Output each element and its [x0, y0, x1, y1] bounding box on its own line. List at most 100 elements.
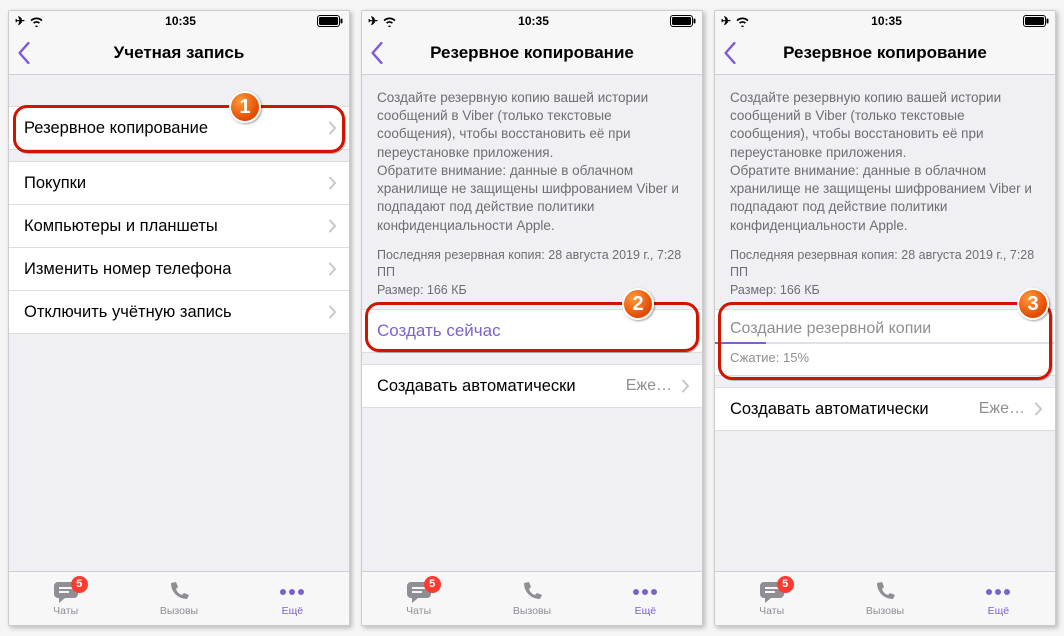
last-backup-text: Последняя резервная копия: 28 августа 20… — [730, 247, 1040, 282]
chevron-right-icon — [329, 263, 337, 276]
tab-calls[interactable]: Вызовы — [828, 572, 941, 625]
tab-more[interactable]: Ещё — [589, 572, 702, 625]
back-button[interactable] — [723, 42, 737, 64]
row-change-number[interactable]: Изменить номер телефона — [9, 247, 349, 291]
step-badge-3: 3 — [1017, 288, 1049, 320]
tab-label: Ещё — [282, 605, 303, 617]
row-auto-backup[interactable]: Создавать автоматически Еже… — [715, 387, 1055, 431]
page-title: Резервное копирование — [715, 43, 1055, 63]
chats-badge: 5 — [777, 576, 794, 593]
more-icon — [984, 587, 1012, 597]
chats-badge: 5 — [71, 576, 88, 593]
wifi-icon — [29, 16, 44, 27]
tab-calls[interactable]: Вызовы — [122, 572, 235, 625]
chevron-right-icon — [1035, 403, 1043, 416]
content: Резервное копирование Покупки Компьютеры… — [9, 75, 349, 571]
tab-bar: 5 Чаты Вызовы Ещё — [9, 571, 349, 625]
create-now-button[interactable]: Создать сейчас — [362, 309, 702, 353]
row-label: Компьютеры и планшеты — [24, 217, 218, 236]
info-text: Создайте резервную копию вашей истории с… — [362, 75, 702, 241]
chevron-right-icon — [329, 122, 337, 135]
meta-block: Последняя резервная копия: 28 августа 20… — [715, 241, 1055, 310]
tab-bar: 5 Чаты Вызовы Ещё — [362, 571, 702, 625]
row-label: Отключить учётную запись — [24, 303, 232, 322]
row-purchases[interactable]: Покупки — [9, 161, 349, 205]
create-now-label: Создать сейчас — [377, 321, 501, 341]
more-icon — [631, 587, 659, 597]
status-time: 10:35 — [397, 14, 670, 28]
battery-icon — [1023, 15, 1049, 27]
status-bar: ✈ 10:35 — [9, 11, 349, 31]
status-time: 10:35 — [44, 14, 317, 28]
page-title: Резервное копирование — [362, 43, 702, 63]
tab-label: Чаты — [53, 605, 78, 617]
tab-chats[interactable]: 5 Чаты — [9, 572, 122, 625]
chevron-right-icon — [682, 380, 690, 393]
row-deactivate[interactable]: Отключить учётную запись — [9, 290, 349, 334]
row-value: Еже… — [979, 400, 1025, 418]
content: Создайте резервную копию вашей истории с… — [362, 75, 702, 571]
tab-label: Чаты — [759, 605, 784, 617]
status-bar: ✈ 10:35 — [715, 11, 1055, 31]
tab-calls[interactable]: Вызовы — [475, 572, 588, 625]
row-label: Изменить номер телефона — [24, 260, 231, 279]
tab-chats[interactable]: 5 Чаты — [715, 572, 828, 625]
tab-bar: 5 Чаты Вызовы Ещё — [715, 571, 1055, 625]
tab-label: Ещё — [635, 605, 656, 617]
row-auto-backup[interactable]: Создавать автоматически Еже… — [362, 364, 702, 408]
row-label: Создавать автоматически — [730, 400, 929, 419]
airplane-icon: ✈ — [721, 14, 731, 28]
airplane-icon: ✈ — [15, 14, 25, 28]
nav-bar: Резервное копирование — [715, 31, 1055, 75]
chevron-right-icon — [329, 177, 337, 190]
calls-icon — [165, 580, 193, 604]
last-backup-text: Последняя резервная копия: 28 августа 20… — [377, 247, 687, 282]
compress-label: Сжатие: 15% — [730, 350, 809, 365]
progress-track — [715, 342, 1055, 344]
back-button[interactable] — [370, 42, 384, 64]
tab-label: Чаты — [406, 605, 431, 617]
nav-bar: Учетная запись — [9, 31, 349, 75]
screen-backup: ✈ 10:35 Резервное копирование Создайте р… — [361, 10, 703, 626]
tab-chats[interactable]: 5 Чаты — [362, 572, 475, 625]
chevron-right-icon — [329, 306, 337, 319]
calls-icon — [871, 580, 899, 604]
progress-row: Создание резервной копии — [715, 309, 1055, 344]
chats-badge: 5 — [424, 576, 441, 593]
step-badge-2: 2 — [622, 288, 654, 320]
calls-icon — [518, 580, 546, 604]
row-backup[interactable]: Резервное копирование — [9, 106, 349, 150]
nav-bar: Резервное копирование — [362, 31, 702, 75]
tab-label: Ещё — [988, 605, 1009, 617]
row-computers[interactable]: Компьютеры и планшеты — [9, 204, 349, 248]
tab-more[interactable]: Ещё — [236, 572, 349, 625]
tab-label: Вызовы — [160, 605, 198, 617]
step-badge-1: 1 — [229, 91, 261, 123]
back-button[interactable] — [17, 42, 31, 64]
more-icon — [278, 587, 306, 597]
tab-label: Вызовы — [866, 605, 904, 617]
page-title: Учетная запись — [9, 43, 349, 63]
progress-title: Создание резервной копии — [730, 320, 931, 337]
row-label: Резервное копирование — [24, 119, 208, 138]
row-value: Еже… — [626, 377, 672, 395]
tab-more[interactable]: Ещё — [942, 572, 1055, 625]
row-label: Покупки — [24, 174, 86, 193]
wifi-icon — [735, 16, 750, 27]
status-time: 10:35 — [750, 14, 1023, 28]
chevron-right-icon — [329, 220, 337, 233]
battery-icon — [670, 15, 696, 27]
battery-icon — [317, 15, 343, 27]
airplane-icon: ✈ — [368, 14, 378, 28]
screen-account: ✈ 10:35 Учетная запись Резервное копиров… — [8, 10, 350, 626]
content: Создайте резервную копию вашей истории с… — [715, 75, 1055, 571]
wifi-icon — [382, 16, 397, 27]
row-label: Создавать автоматически — [377, 377, 576, 396]
info-text: Создайте резервную копию вашей истории с… — [715, 75, 1055, 241]
size-text: Размер: 166 КБ — [730, 282, 1040, 300]
compress-line: Сжатие: 15% — [715, 344, 1055, 376]
progress-fill — [715, 342, 766, 344]
tab-label: Вызовы — [513, 605, 551, 617]
status-bar: ✈ 10:35 — [362, 11, 702, 31]
screen-backup-progress: ✈ 10:35 Резервное копирование Создайте р… — [714, 10, 1056, 626]
